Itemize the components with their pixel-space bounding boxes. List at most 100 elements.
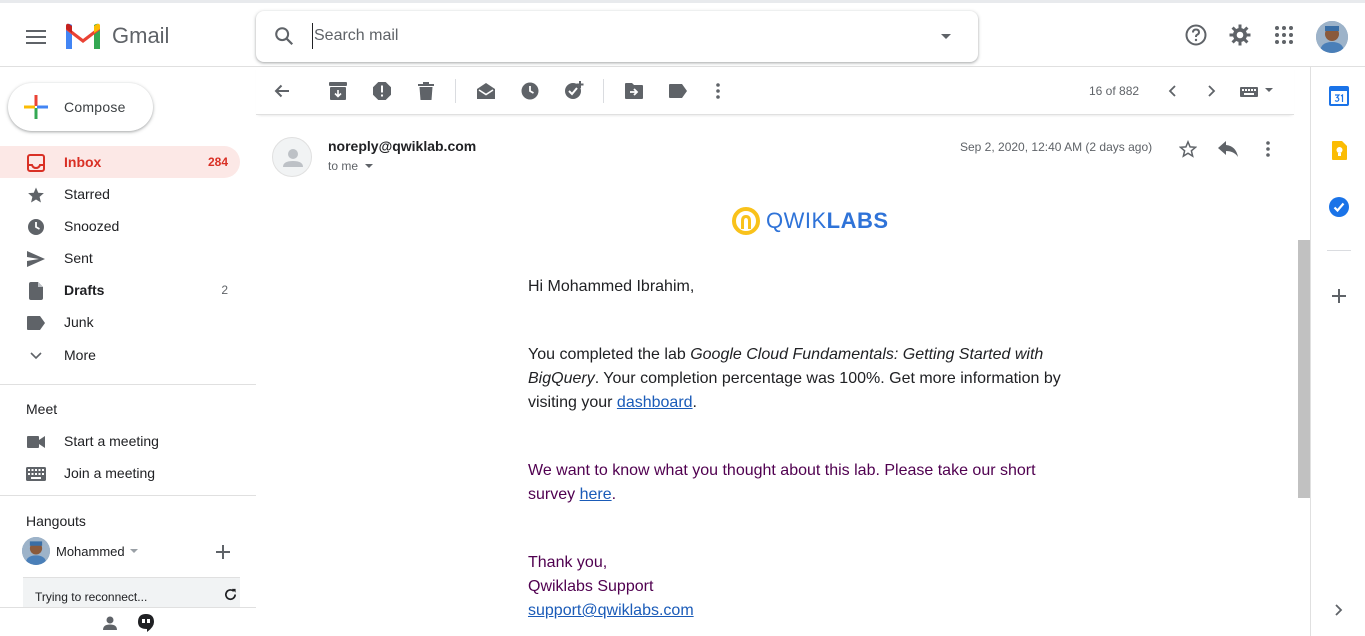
get-addons-plus-icon[interactable] [1328,285,1350,307]
calendar-icon[interactable] [1328,85,1350,107]
search-input[interactable] [312,23,912,49]
report-spam-icon[interactable] [372,81,392,101]
join-meeting-label: Join a meeting [64,465,156,481]
compose-plus-icon [24,95,48,119]
label-tag-icon [26,313,46,333]
draft-count: 2 [221,283,228,297]
newer-chevron-left-icon[interactable] [1162,81,1182,101]
side-panel-divider [1327,250,1351,251]
contacts-person-icon[interactable] [103,616,117,630]
sidebar-divider [0,495,256,496]
star-outline-icon[interactable] [1176,137,1200,161]
input-tools-keyboard-icon[interactable] [1239,81,1275,101]
qwiklabs-logo-mark [732,207,760,235]
qwiklabs-logo[interactable]: QWIKLABS [732,207,889,235]
sender-avatar[interactable] [272,137,312,177]
hangouts-user-selector[interactable]: Mohammed [22,537,138,565]
keep-bulb-icon[interactable] [1328,140,1350,162]
sidebar-item-junk[interactable]: Junk [0,306,240,338]
older-chevron-right-icon[interactable] [1202,81,1222,101]
inbox-icon [26,153,46,173]
compose-label: Compose [64,99,126,115]
send-icon [26,249,46,269]
reconnect-status: Trying to reconnect... [35,590,148,604]
refresh-icon[interactable] [224,588,237,601]
start-meeting-label: Start a meeting [64,433,159,449]
email-signoff: Thank you, [528,554,608,571]
tasks-check-icon[interactable] [1328,196,1350,218]
sender-email[interactable]: noreply@qwiklab.com [328,138,476,154]
add-to-tasks-icon[interactable] [564,81,584,101]
toolbar-divider [455,79,456,103]
message-toolbar: 16 of 882 [256,67,1294,115]
hamburger-icon [26,30,46,44]
recipient-details[interactable]: to me [328,159,374,173]
sidebar-item-label: Junk [64,314,94,330]
sidebar-item-label: More [64,347,96,363]
search-options-dropdown-icon[interactable] [940,33,952,40]
qwiklabs-wordmark: QWIKLABS [766,208,889,233]
caret-down-icon [129,548,138,553]
delete-trash-icon[interactable] [416,81,436,101]
email-support-contact: support@qwiklabs.com [528,599,1068,623]
sidebar-item-snoozed[interactable]: Snoozed [0,210,240,242]
email-paragraph-completion: You completed the lab Google Cloud Funda… [528,346,1061,411]
join-meeting-item[interactable]: Join a meeting [0,457,240,489]
add-hangout-plus-icon[interactable] [216,545,230,559]
draft-document-icon [26,281,46,301]
search-icon[interactable] [273,25,295,47]
message-scrollbar[interactable] [1298,240,1310,498]
recipient-label: to me [328,159,359,173]
move-to-folder-icon[interactable] [624,81,644,101]
dashboard-link[interactable]: dashboard [617,394,693,411]
clock-icon [26,217,46,237]
sidebar-item-label: Snoozed [64,218,120,234]
email-signature: Qwiklabs Support [528,578,654,595]
hangouts-user-name: Mohammed [56,543,125,559]
archive-icon[interactable] [328,81,348,101]
more-vertical-icon[interactable] [708,81,728,101]
caret-down-icon [365,163,374,168]
survey-link[interactable]: here [580,486,612,503]
keyboard-icon [26,464,46,484]
main-menu-button[interactable] [16,19,56,55]
apps-grid-icon[interactable] [1272,23,1296,47]
meet-section-title: Meet [26,401,58,417]
start-meeting-item[interactable]: Start a meeting [0,425,240,457]
toolbar-divider [603,79,604,103]
search-bar [256,11,978,62]
sidebar-item-label: Sent [64,250,93,266]
hangouts-chat-icon[interactable] [138,614,154,632]
support-email-link[interactable]: support@qwiklabs.com [528,602,694,619]
email-paragraph-survey: We want to know what you thought about t… [528,462,1036,503]
snooze-clock-icon[interactable] [520,81,540,101]
mark-unread-icon[interactable] [476,81,496,101]
sidebar-item-sent[interactable]: Sent [0,242,240,274]
gmail-m-icon [66,23,100,49]
message-header: noreply@qwiklab.com to me Sep 2, 2020, 1… [272,137,1292,185]
reply-icon[interactable] [1216,137,1240,161]
sidebar-item-label: Drafts [64,282,105,298]
more-options-vertical-icon[interactable] [1256,137,1280,161]
star-icon [26,185,46,205]
sidebar-item-inbox[interactable]: Inbox 284 [0,146,240,178]
message-view: 16 of 882 noreply@qwiklab.com to me Sep … [256,67,1310,636]
sidebar-item-label: Starred [64,186,110,202]
back-arrow-icon[interactable] [272,81,292,101]
sidebar-item-starred[interactable]: Starred [0,178,240,210]
labels-tag-icon[interactable] [668,81,688,101]
account-avatar[interactable] [1316,21,1348,53]
sidebar-divider [0,384,256,385]
left-sidebar: Compose Inbox 284 Starred Snoozed Sent D… [0,67,256,636]
gmail-logo[interactable]: Gmail [64,21,169,51]
message-position: 16 of 882 [1089,84,1140,98]
expand-panel-chevron-right-icon[interactable] [1328,599,1350,621]
top-bar: Gmail [0,0,1365,67]
sidebar-item-drafts[interactable]: Drafts 2 [0,274,240,306]
compose-button[interactable]: Compose [8,83,153,131]
unread-count: 284 [207,155,228,169]
reconnect-banner: Trying to reconnect... [23,577,240,607]
settings-gear-icon[interactable] [1228,23,1252,47]
help-icon[interactable] [1184,23,1208,47]
sidebar-item-more[interactable]: More [0,339,240,371]
